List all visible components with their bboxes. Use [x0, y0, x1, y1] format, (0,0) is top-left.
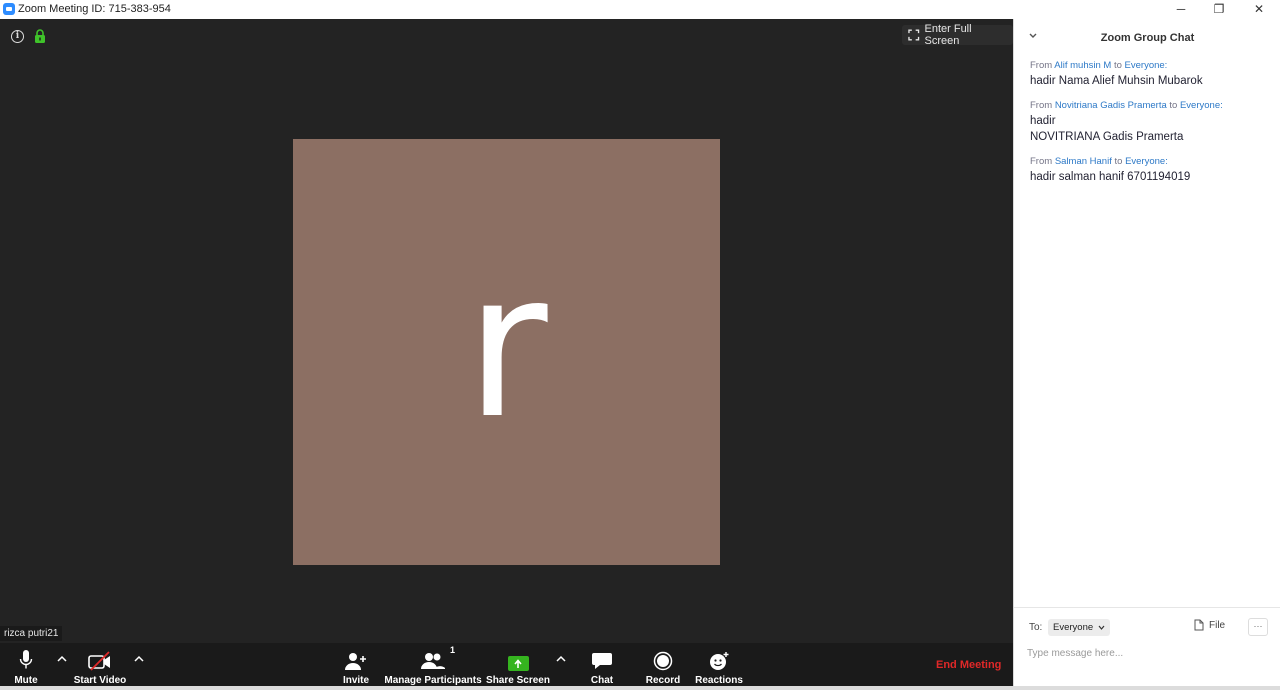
manage-participants-label: Manage Participants: [384, 675, 482, 686]
message-input[interactable]: [1027, 644, 1267, 662]
chat-compose-area: To: Everyone File ···: [1014, 607, 1280, 690]
to-word: to: [1169, 100, 1178, 111]
encryption-lock-icon[interactable]: [34, 29, 46, 43]
participant-video-tile[interactable]: r: [293, 139, 720, 565]
chat-message: From Alif muhsin M to Everyone: hadir Na…: [1030, 59, 1270, 89]
chat-label: Chat: [590, 675, 614, 686]
mute-label: Mute: [14, 675, 38, 686]
full-screen-icon: [908, 29, 920, 41]
invite-button[interactable]: Invite: [340, 643, 372, 690]
message-body-line: hadir: [1030, 115, 1056, 127]
audio-options-caret-icon[interactable]: [56, 654, 68, 664]
from-word: From: [1030, 100, 1053, 111]
to-word: to: [1113, 60, 1122, 71]
chat-message-list: From Alif muhsin M to Everyone: hadir Na…: [1030, 59, 1270, 195]
meeting-stage: i Enter Full Screen r rizca putri21 Mute: [0, 19, 1013, 690]
recipient-select[interactable]: Everyone: [1048, 619, 1110, 636]
share-screen-icon: [507, 656, 529, 671]
file-icon: [1194, 619, 1204, 631]
full-screen-label: Enter Full Screen: [924, 23, 972, 47]
enter-full-screen-button[interactable]: Enter Full Screen: [902, 23, 1013, 47]
message-meta: From Salman Hanif to Everyone:: [1030, 155, 1270, 168]
meeting-info-icon[interactable]: i: [11, 30, 24, 43]
share-screen-label: Share Screen: [486, 675, 550, 686]
share-options-caret-icon[interactable]: [555, 654, 567, 664]
start-video-label: Start Video: [73, 675, 127, 686]
restore-button[interactable]: ❐: [1200, 0, 1238, 19]
share-screen-button[interactable]: Share Screen: [486, 643, 550, 690]
message-body-line: NOVITRIANA Gadis Pramerta: [1030, 131, 1184, 143]
title-bar: Zoom Meeting ID: 715-383-954 ─ ❐ ✕: [0, 0, 1280, 19]
close-button[interactable]: ✕: [1240, 0, 1278, 19]
file-label: File: [1209, 619, 1226, 631]
video-off-icon: [88, 651, 110, 671]
from-word: From: [1030, 60, 1053, 71]
to-word: to: [1114, 156, 1123, 167]
chevron-down-icon: [1098, 625, 1105, 630]
meeting-toolbar: Mute Start Video Invite 1 Manage Partici…: [0, 643, 1013, 690]
record-button[interactable]: Record: [645, 643, 681, 690]
mute-button[interactable]: Mute: [10, 643, 42, 690]
chat-bubble-icon: [592, 653, 612, 669]
microphone-icon: [19, 650, 33, 669]
reactions-button[interactable]: Reactions: [695, 643, 743, 690]
participants-icon: [421, 653, 445, 669]
message-body: hadir Nama Alief Muhsin Mubarok: [1030, 75, 1203, 87]
message-body: hadir salman hanif 6701194019: [1030, 171, 1191, 183]
message-meta: From Novitriana Gadis Pramerta to Everyo…: [1030, 99, 1270, 112]
avatar-letter: r: [465, 230, 548, 463]
to-label: To:: [1029, 622, 1043, 633]
participant-count: 1: [449, 645, 455, 655]
taskbar-strip: [0, 686, 1280, 690]
more-options-button[interactable]: ···: [1248, 618, 1268, 636]
message-recipient[interactable]: Everyone:: [1125, 156, 1168, 167]
reactions-label: Reactions: [695, 675, 743, 686]
zoom-app-icon: [3, 3, 15, 15]
start-video-button[interactable]: Start Video: [72, 643, 128, 690]
chat-message: From Novitriana Gadis Pramerta to Everyo…: [1030, 99, 1270, 145]
message-recipient[interactable]: Everyone:: [1180, 100, 1223, 111]
message-sender[interactable]: Salman Hanif: [1055, 156, 1112, 167]
minimize-button[interactable]: ─: [1162, 0, 1200, 19]
video-options-caret-icon[interactable]: [133, 654, 145, 664]
end-meeting-button[interactable]: End Meeting: [936, 659, 1001, 671]
chat-header: Zoom Group Chat: [1014, 19, 1280, 57]
message-meta: From Alif muhsin M to Everyone:: [1030, 59, 1270, 72]
file-button[interactable]: File: [1194, 619, 1225, 631]
invite-label: Invite: [342, 675, 370, 686]
chat-panel: Zoom Group Chat From Alif muhsin M to Ev…: [1013, 19, 1280, 690]
window-title: Zoom Meeting ID: 715-383-954: [18, 3, 171, 15]
chat-message: From Salman Hanif to Everyone: hadir sal…: [1030, 155, 1270, 185]
record-icon: [653, 651, 673, 671]
message-sender[interactable]: Alif muhsin M: [1054, 60, 1111, 71]
chat-title: Zoom Group Chat: [1100, 32, 1195, 44]
reactions-emoji-icon: [710, 652, 729, 670]
participant-name-tag: rizca putri21: [0, 626, 63, 641]
message-sender[interactable]: Novitriana Gadis Pramerta: [1055, 100, 1167, 111]
from-word: From: [1030, 156, 1053, 167]
manage-participants-button[interactable]: 1 Manage Participants: [384, 643, 482, 690]
recipient-select-value: Everyone: [1053, 622, 1094, 633]
message-recipient[interactable]: Everyone:: [1125, 60, 1168, 71]
chat-button[interactable]: Chat: [587, 643, 617, 690]
record-label: Record: [645, 675, 681, 686]
add-user-icon: [345, 653, 366, 670]
